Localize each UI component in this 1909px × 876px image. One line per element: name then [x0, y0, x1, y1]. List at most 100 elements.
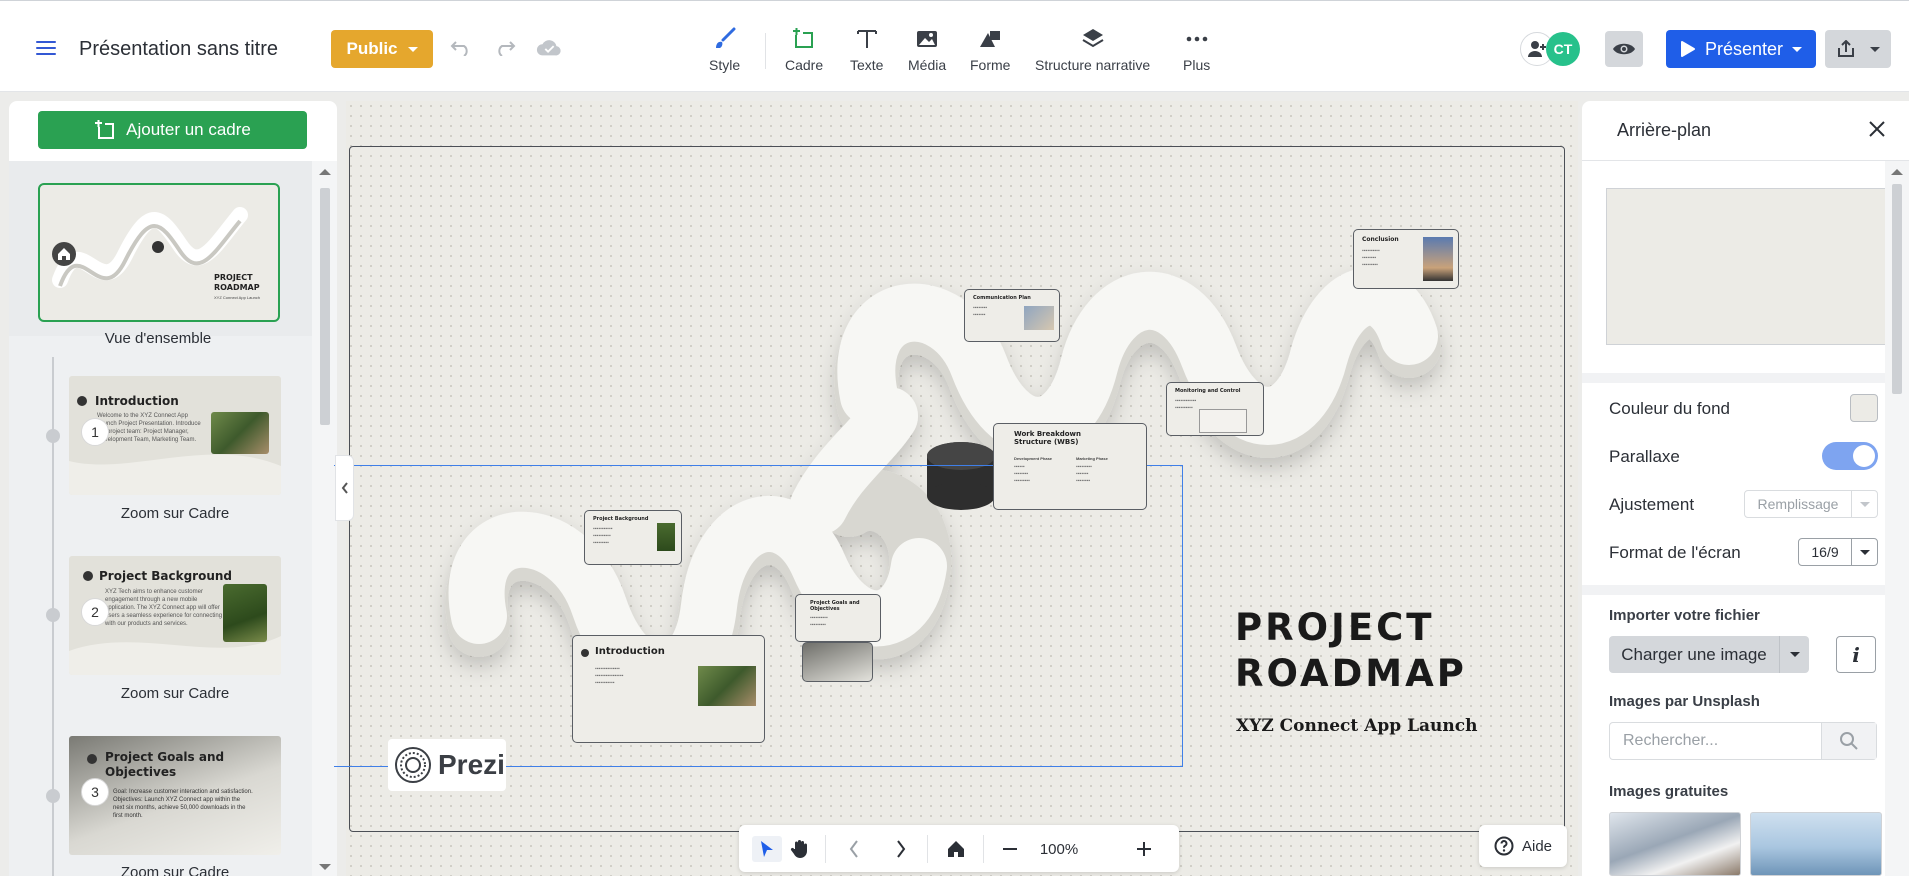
shapes-icon	[980, 31, 1001, 47]
tool-cadre[interactable]: Cadre	[785, 27, 823, 73]
frame-thumbnail-3[interactable]: Project Goals and Objectives Goal: Incre…	[69, 736, 281, 855]
tool-label: Média	[908, 57, 947, 73]
next-button[interactable]	[886, 836, 916, 862]
chevron-down-icon	[407, 46, 418, 52]
scrollbar-thumb[interactable]	[320, 188, 330, 425]
fit-select[interactable]: Remplissage	[1744, 490, 1878, 518]
image-icon	[917, 31, 938, 47]
search-input[interactable]	[1610, 723, 1822, 759]
text-icon	[856, 30, 877, 48]
card-title: Monitoring and Control	[1175, 388, 1241, 394]
card-goals-objectives[interactable]: Project Goals and Objectives ▪▪▪▪▪▪▪▪▪▪ ▪…	[795, 594, 881, 642]
scroll-up-icon[interactable]	[1891, 169, 1903, 175]
free-image-thumb[interactable]	[1750, 812, 1882, 876]
preview-button[interactable]	[1605, 31, 1643, 67]
main-title[interactable]: PROJECT ROADMAP	[1235, 605, 1467, 697]
collapse-panel-button[interactable]	[335, 455, 354, 521]
info-button[interactable]: i	[1836, 636, 1876, 673]
card-photo	[657, 523, 675, 551]
tool-plus[interactable]: Plus	[1183, 27, 1210, 73]
card-monitoring-control[interactable]: Monitoring and Control ▪▪▪▪▪▪▪▪▪▪▪▪ ▪▪▪▪▪…	[1166, 382, 1264, 436]
frame-text: XYZ Tech aims to enhance customer engage…	[105, 589, 223, 627]
previous-button[interactable]	[839, 836, 869, 862]
tool-label: Style	[709, 57, 741, 73]
cloud-saved-icon	[536, 37, 562, 59]
logo-text: Prezi	[438, 749, 505, 780]
scroll-up-icon[interactable]	[319, 169, 331, 175]
scrollbar-thumb[interactable]	[1892, 184, 1902, 394]
export-icon	[1838, 40, 1854, 57]
frame-photo	[223, 584, 267, 642]
frame-thumbnail-1[interactable]: Introduction Welcome to the XYZ Connect …	[69, 376, 281, 495]
timeline-dot	[46, 608, 60, 622]
select-tool-button[interactable]	[752, 836, 782, 862]
help-button[interactable]: Aide	[1479, 825, 1567, 867]
home-button[interactable]	[939, 836, 973, 862]
home-icon	[52, 242, 76, 266]
tool-label: Cadre	[785, 57, 824, 73]
panel-body: Couleur du fond Parallaxe Ajustement Rem…	[1582, 161, 1886, 876]
add-frame-label: Ajouter un cadre	[126, 120, 251, 139]
panel-scrollbar[interactable]	[1885, 161, 1909, 876]
add-frame-button[interactable]: Ajouter un cadre	[38, 111, 307, 149]
card-photo	[1024, 306, 1054, 330]
chevron-down-icon[interactable]	[1779, 636, 1809, 673]
zoom-in-button[interactable]	[1129, 836, 1159, 862]
menu-icon[interactable]	[36, 41, 56, 57]
search-icon	[1840, 732, 1858, 750]
redo-icon[interactable]	[492, 37, 518, 59]
card-lines: ▪▪▪▪▪▪ ▪▪▪▪▪▪▪▪ ▪▪▪▪▪▪▪▪▪	[1014, 464, 1030, 484]
play-icon	[1680, 41, 1695, 57]
zoom-out-button[interactable]	[995, 836, 1025, 862]
upload-image-button[interactable]: Charger une image	[1609, 636, 1809, 673]
card-project-background[interactable]: Project Background ▪▪▪▪▪▪▪▪▪▪▪ ▪▪▪▪▪▪▪▪▪▪…	[584, 510, 682, 565]
frame-icon	[793, 28, 814, 48]
parallax-toggle[interactable]	[1822, 442, 1878, 470]
document-title[interactable]: Présentation sans titre	[79, 38, 278, 61]
card-introduction[interactable]: Introduction ▪▪▪▪▪▪▪▪▪▪▪▪▪▪ ▪▪▪▪▪▪▪▪▪▪▪▪▪…	[572, 635, 765, 743]
search-button[interactable]	[1821, 723, 1876, 759]
zoom-level[interactable]: 100%	[1029, 836, 1089, 862]
pan-tool-button[interactable]	[785, 836, 815, 862]
scroll-down-icon[interactable]	[319, 864, 331, 870]
visibility-button[interactable]: Public	[331, 30, 433, 68]
frame-caption: Zoom sur Cadre	[120, 864, 230, 876]
brush-icon	[715, 27, 736, 48]
avatar[interactable]: CT	[1546, 32, 1580, 66]
frame-thumbnail-2[interactable]: Project Background XYZ Tech aims to enha…	[69, 556, 281, 675]
present-button[interactable]: Présenter	[1666, 30, 1816, 68]
tool-forme[interactable]: Forme	[970, 27, 1010, 73]
card-title: Communication Plan	[973, 295, 1031, 301]
card-conclusion[interactable]: Conclusion ▪▪▪▪▪▪▪▪▪▪ ▪▪▪▪▪▪▪▪ ▪▪▪▪▪▪▪▪▪	[1353, 229, 1459, 289]
frame-caption: Zoom sur Cadre	[120, 505, 230, 522]
card-goals-image[interactable]	[802, 642, 873, 682]
export-button[interactable]	[1825, 30, 1891, 68]
main-subtitle[interactable]: XYZ Connect App Launch	[1236, 716, 1477, 736]
card-wbs[interactable]: Work Breakdown Structure (WBS) Developme…	[993, 423, 1147, 510]
section-divider	[1582, 373, 1885, 383]
screen-format-label: Format de l'écran	[1609, 543, 1741, 562]
overview-thumbnail[interactable]: PROJECT ROADMAP XYZ Connect App Launch	[38, 183, 280, 322]
close-icon[interactable]	[1868, 120, 1886, 138]
screen-format-select[interactable]: 16/9	[1798, 538, 1878, 566]
import-label: Importer votre fichier	[1609, 607, 1760, 624]
background-preview[interactable]	[1606, 188, 1886, 345]
card-col-label: Marketing Phase	[1076, 456, 1108, 461]
tool-texte[interactable]: Texte	[850, 27, 883, 73]
chevron-right-icon	[897, 840, 906, 858]
frame-title: Project Goals and Objectives	[105, 750, 225, 779]
upload-label: Charger une image	[1621, 644, 1767, 664]
bg-color-swatch[interactable]	[1850, 394, 1878, 422]
card-title: Project Goals and Objectives	[810, 600, 860, 612]
tool-style[interactable]: Style	[709, 27, 740, 73]
undo-icon[interactable]	[448, 37, 474, 59]
free-image-thumb[interactable]	[1609, 812, 1741, 876]
overview-title: PROJECT ROADMAP	[214, 273, 260, 292]
frame-title: Project Background	[99, 569, 233, 583]
card-communication-plan[interactable]: Communication Plan ▪▪▪▪▪▪▪▪ ▪▪▪▪▪▪▪	[964, 289, 1060, 342]
card-lines: ▪▪▪▪▪▪▪▪▪ ▪▪▪▪▪▪▪ ▪▪▪▪▪▪▪▪	[1076, 464, 1092, 484]
panel-header: Arrière-plan	[1582, 101, 1909, 161]
tool-media[interactable]: Média	[908, 27, 946, 73]
timeline-dot	[46, 789, 60, 803]
tool-structure-narrative[interactable]: Structure narrative	[1035, 27, 1150, 73]
